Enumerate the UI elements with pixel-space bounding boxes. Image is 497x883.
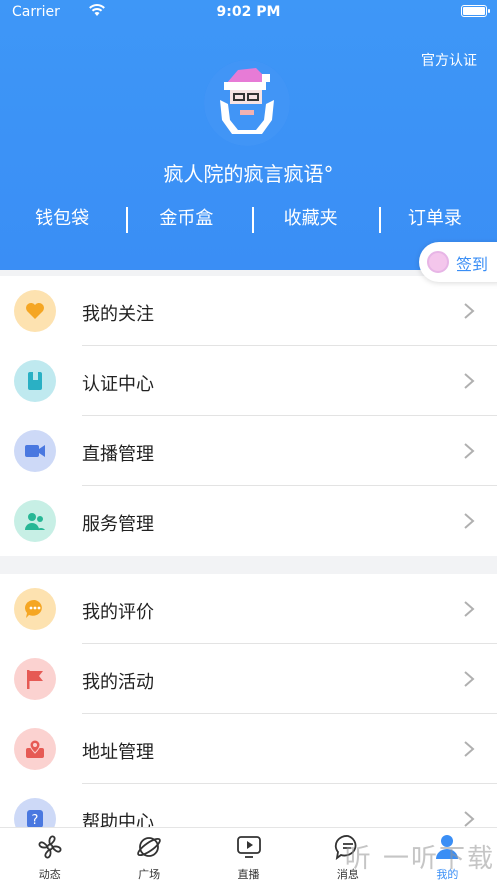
fan-icon [38, 835, 62, 859]
menu-label: 我的关注 [82, 304, 154, 325]
tab-live[interactable]: 直播 [199, 828, 298, 883]
chevron-right-icon [464, 671, 475, 687]
chevron-right-icon [464, 443, 475, 459]
username: 疯人院的疯言疯语° [163, 162, 334, 186]
checkin-label: 签到 [456, 255, 489, 274]
chevron-right-icon [464, 811, 475, 827]
flag-icon [14, 658, 56, 700]
menu-item-certification[interactable]: 认证中心 [0, 346, 497, 416]
wallet-link[interactable]: 钱包袋 [0, 202, 124, 236]
menu-item-service-management[interactable]: 服务管理 [0, 486, 497, 556]
menu-label: 我的活动 [82, 672, 154, 693]
play-icon [236, 836, 261, 858]
menu-item-following[interactable]: 我的关注 [0, 276, 497, 346]
comment-icon [14, 588, 56, 630]
orders-link[interactable]: 订单录 [373, 202, 497, 236]
clock: 9:02 PM [216, 4, 281, 20]
menu-label: 我的评价 [82, 602, 154, 623]
divider [379, 207, 381, 233]
book-icon [14, 360, 56, 402]
menu-item-activities[interactable]: 我的活动 [0, 644, 497, 714]
quick-links: 钱包袋 金币盒 收藏夹 订单录 [0, 202, 497, 236]
menu-group-secondary: 我的评价 我的活动 地址管理 ? 帮助中心 [0, 574, 497, 854]
svg-text:?: ? [32, 813, 39, 828]
planet-icon [137, 837, 161, 857]
battery-icon [461, 5, 490, 17]
divider [252, 207, 254, 233]
chevron-right-icon [464, 601, 475, 617]
location-icon [14, 728, 56, 770]
tab-square[interactable]: 广场 [99, 828, 198, 883]
santa-avatar-icon [204, 60, 290, 146]
avatar[interactable] [204, 60, 290, 146]
menu-item-reviews[interactable]: 我的评价 [0, 574, 497, 644]
checkin-button[interactable]: 签到 [419, 242, 497, 282]
favorites-link[interactable]: 收藏夹 [249, 202, 373, 236]
chevron-right-icon [464, 741, 475, 757]
menu-item-live-management[interactable]: 直播管理 [0, 416, 497, 486]
chevron-right-icon [464, 303, 475, 319]
menu-label: 认证中心 [82, 374, 154, 395]
chevron-right-icon [464, 513, 475, 529]
coin-box-link[interactable]: 金币盒 [124, 202, 248, 236]
heart-icon [14, 290, 56, 332]
official-certification-link[interactable]: 官方认证 [421, 50, 477, 70]
tab-label: 动态 [38, 868, 61, 881]
profile-header: Carrier 9:02 PM 官方认证 疯人院的疯言疯语° 钱包袋 金币盒 收… [0, 0, 497, 270]
watermark: 听 一听下载 [344, 844, 495, 874]
menu-group-primary: 我的关注 认证中心 直播管理 服务管理 [0, 276, 497, 556]
status-bar: Carrier 9:02 PM [0, 0, 497, 24]
people-icon [14, 500, 56, 542]
tab-label: 广场 [138, 868, 161, 881]
video-camera-icon [14, 430, 56, 472]
chevron-right-icon [464, 373, 475, 389]
checkin-icon [427, 251, 449, 273]
tab-label: 直播 [237, 868, 260, 881]
menu-label: 直播管理 [82, 444, 154, 465]
menu-item-address-management[interactable]: 地址管理 [0, 714, 497, 784]
divider [126, 207, 128, 233]
menu-label: 服务管理 [82, 514, 154, 535]
menu-label: 地址管理 [82, 742, 154, 763]
tab-feed[interactable]: 动态 [0, 828, 99, 883]
